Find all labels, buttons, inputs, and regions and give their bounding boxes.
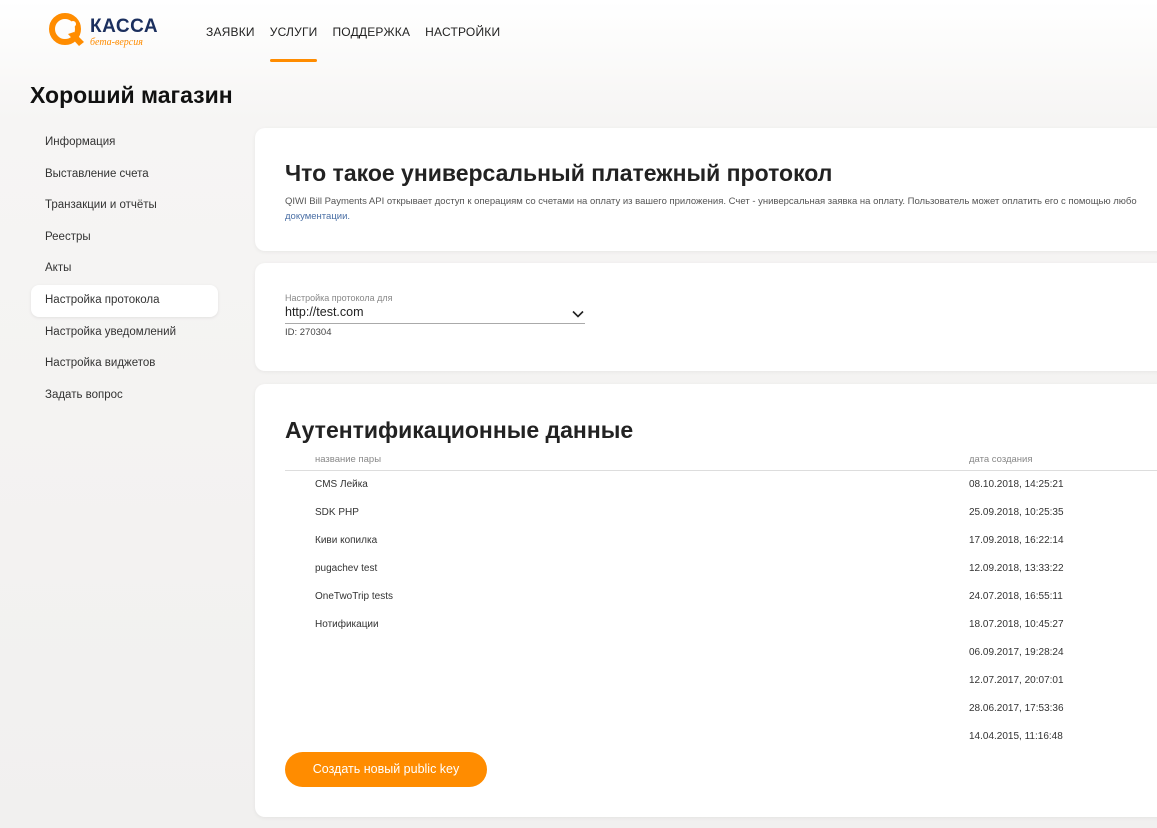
pair-name: SDK PHP xyxy=(315,507,359,518)
sidebar-item-notification-settings[interactable]: Настройка уведомлений xyxy=(31,317,218,349)
table-row[interactable]: Нотификации 18.07.2018, 10:45:27 xyxy=(285,619,1157,647)
pair-name: Нотификации xyxy=(315,619,379,630)
sidebar-item-acts[interactable]: Акты xyxy=(31,253,218,285)
table-row[interactable]: SDK PHP 25.09.2018, 10:25:35 xyxy=(285,507,1157,535)
pair-name: Киви копилка xyxy=(315,535,378,546)
pair-date: 12.09.2018, 13:33:22 xyxy=(969,563,1064,574)
pair-name: CMS Лейка xyxy=(315,479,368,490)
sidebar-item-widget-settings[interactable]: Настройка виджетов xyxy=(31,348,218,380)
nav-item-nastroyki[interactable]: Настройки xyxy=(425,0,500,64)
table-row[interactable]: Киви копилка 17.09.2018, 16:22:14 xyxy=(285,535,1157,563)
pair-date: 25.09.2018, 10:25:35 xyxy=(969,507,1064,518)
pair-date: 28.06.2017, 17:53:36 xyxy=(969,703,1064,714)
top-navigation: Заявки Услуги Поддержка Настройки xyxy=(206,0,515,64)
sidebar-item-transactions[interactable]: Транзакции и отчёты xyxy=(31,190,218,222)
auth-title: Аутентификационные данные xyxy=(285,417,634,443)
documentation-link[interactable]: документации. xyxy=(285,209,1157,224)
sidebar-item-invoice[interactable]: Выставление счета xyxy=(31,159,218,191)
pair-date: 18.07.2018, 10:45:27 xyxy=(969,619,1064,630)
protocol-select-label: Настройка протокола для xyxy=(285,293,393,303)
logo-subtitle: бета-версия xyxy=(90,37,143,48)
create-public-key-button[interactable]: Создать новый public key xyxy=(285,752,487,787)
pair-date: 08.10.2018, 14:25:21 xyxy=(969,479,1064,490)
table-row[interactable]: CMS Лейка 08.10.2018, 14:25:21 xyxy=(285,479,1157,507)
pair-date: 17.09.2018, 16:22:14 xyxy=(969,535,1064,546)
table-row[interactable]: 12.07.2017, 20:07:01 xyxy=(285,675,1157,703)
pair-date: 14.04.2015, 11:16:48 xyxy=(969,731,1063,742)
table-header: название пары дата создания xyxy=(285,454,1157,471)
sidebar-item-protocol-settings[interactable]: Настройка протокола xyxy=(31,284,218,317)
intro-text: QIWI Bill Payments API открывает доступ … xyxy=(285,196,1137,207)
logo-name: КАССА xyxy=(90,16,159,37)
page-title: Хороший магазин xyxy=(30,82,233,108)
pair-date: 12.07.2017, 20:07:01 xyxy=(969,675,1064,686)
nav-item-podderzhka[interactable]: Поддержка xyxy=(332,0,410,64)
protocol-id: ID: 270304 xyxy=(285,327,332,338)
pair-name: pugachev test xyxy=(315,563,378,574)
qiwi-logo-icon xyxy=(49,13,84,46)
table-row[interactable]: 06.09.2017, 19:28:24 xyxy=(285,647,1157,675)
nav-item-zayavki[interactable]: Заявки xyxy=(206,0,255,64)
table-row[interactable]: pugachev test 12.09.2018, 13:33:22 xyxy=(285,563,1157,591)
protocol-select[interactable]: http://test.com xyxy=(285,305,585,324)
protocol-select-card: Настройка протокола для http://test.com … xyxy=(255,263,1157,371)
protocol-select-value: http://test.com xyxy=(285,305,364,319)
table-row[interactable]: OneTwoTrip tests 24.07.2018, 16:55:11 xyxy=(285,591,1157,619)
pair-date: 24.07.2018, 16:55:11 xyxy=(969,591,1063,602)
sidebar-item-info[interactable]: Информация xyxy=(31,127,218,159)
column-header-name: название пары xyxy=(315,454,382,465)
pair-name: OneTwoTrip tests xyxy=(315,591,393,602)
table-row[interactable]: 28.06.2017, 17:53:36 xyxy=(285,703,1157,731)
intro-description: QIWI Bill Payments API открывает доступ … xyxy=(285,194,1157,224)
logo[interactable]: КАССА бета-версия xyxy=(48,12,158,52)
nav-item-uslugi[interactable]: Услуги xyxy=(269,0,318,64)
intro-title: Что такое универсальный платежный проток… xyxy=(285,160,833,186)
auth-data-card: Аутентификационные данные название пары … xyxy=(255,384,1157,817)
sidebar-item-registries[interactable]: Реестры xyxy=(31,222,218,254)
sidebar-item-ask-question[interactable]: Задать вопрос xyxy=(31,380,218,412)
column-header-date: дата создания xyxy=(969,454,1033,465)
protocol-intro-card: Что такое универсальный платежный проток… xyxy=(255,128,1157,251)
sidebar: Информация Выставление счета Транзакции … xyxy=(31,127,218,411)
chevron-down-icon xyxy=(572,310,584,318)
pair-date: 06.09.2017, 19:28:24 xyxy=(969,647,1064,658)
